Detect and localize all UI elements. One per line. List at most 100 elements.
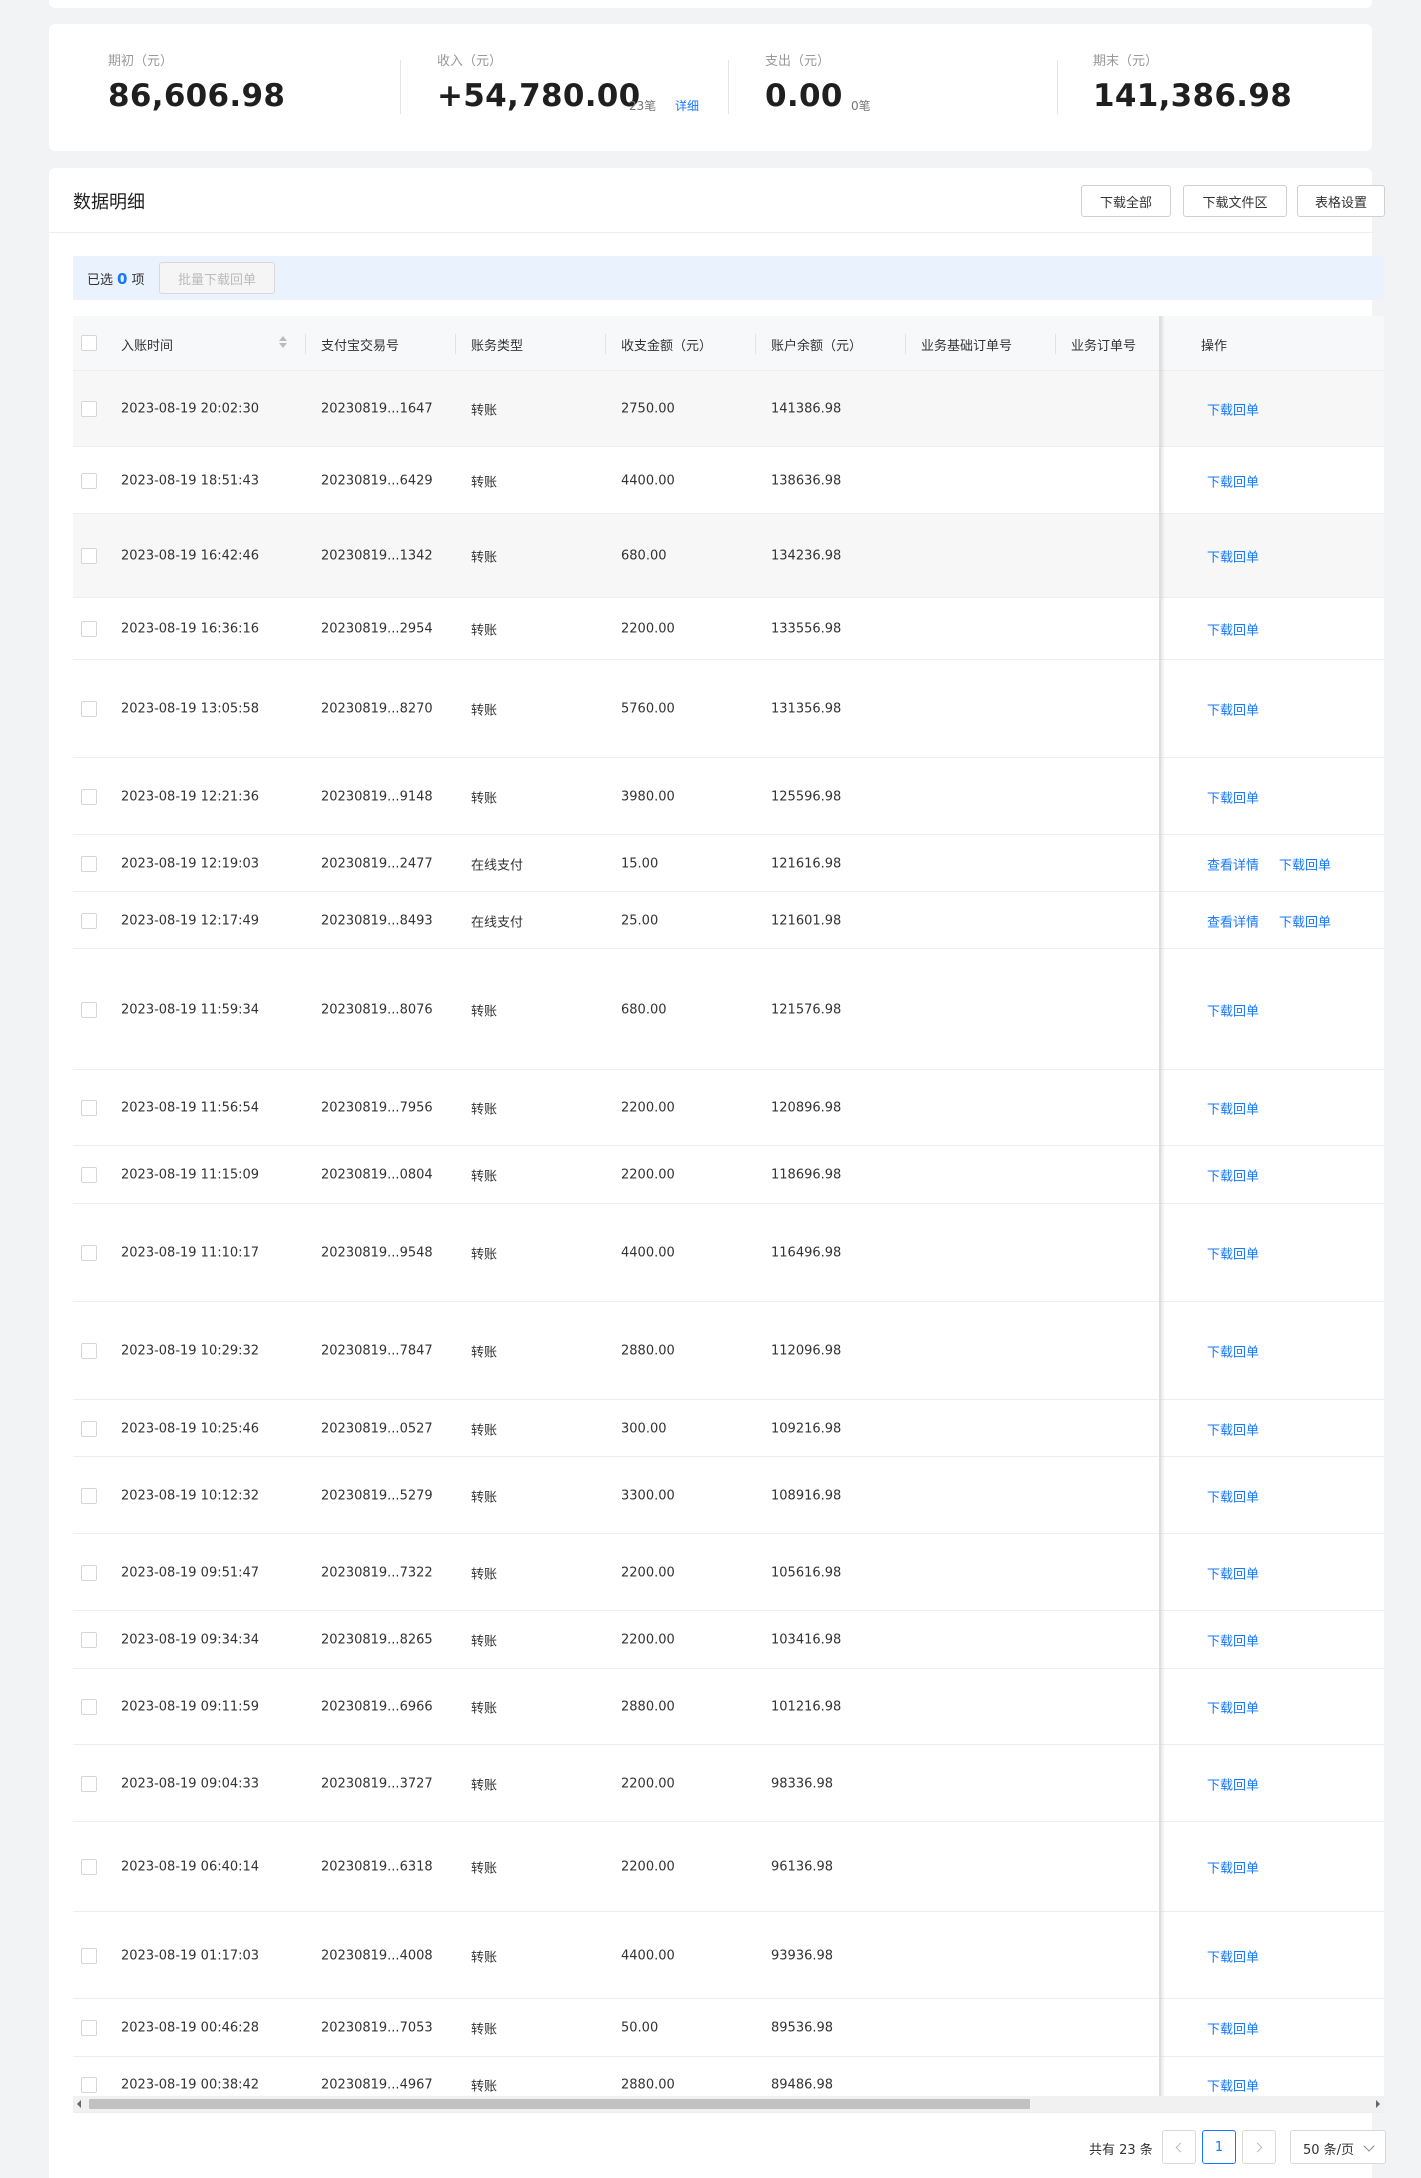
row-checkbox[interactable] — [81, 1167, 97, 1183]
cell-balance: 141386.98 — [771, 401, 842, 417]
cell-account-type: 转账 — [471, 1004, 498, 1019]
closing-value: 141,386.98 — [1093, 78, 1293, 114]
row-checkbox[interactable] — [81, 1100, 97, 1116]
cell-trade-no: 20230819...4008 — [321, 1948, 433, 1963]
download-receipt-link[interactable]: 下载回单 — [1207, 1099, 1259, 1118]
cell-balance: 121601.98 — [771, 913, 842, 928]
download-receipt-link[interactable]: 下载回单 — [1207, 787, 1259, 806]
download-receipt-link[interactable]: 下载回单 — [1279, 911, 1331, 930]
table-row: 2023-08-19 09:04:33 20230819...3727 转账 2200… — [73, 1745, 1384, 1822]
cell-trade-no: 20230819...9148 — [321, 789, 433, 804]
download-receipt-link[interactable]: 下载回单 — [1207, 1946, 1259, 1965]
cell-balance: 121576.98 — [771, 1002, 842, 1017]
table-row: 2023-08-19 12:19:03 20230819...2477 在线支付 15… — [73, 835, 1384, 892]
row-checkbox[interactable] — [81, 401, 97, 417]
row-checkbox[interactable] — [81, 1947, 97, 1964]
download-receipt-link[interactable]: 下载回单 — [1279, 854, 1331, 873]
cell-trade-no: 20230819...0527 — [321, 1421, 433, 1436]
row-checkbox[interactable] — [81, 1420, 97, 1437]
scrollbar-thumb[interactable] — [89, 2099, 1030, 2109]
download-receipt-link[interactable]: 下载回单 — [1207, 1244, 1259, 1263]
row-checkbox[interactable] — [81, 1245, 97, 1261]
cell-time: 2023-08-19 09:11:59 — [121, 1699, 260, 1715]
download-receipt-link[interactable]: 下载回单 — [1207, 1419, 1259, 1438]
cell-trade-no: 20230819...7956 — [321, 1100, 433, 1116]
row-checkbox[interactable] — [81, 912, 97, 929]
page-number[interactable]: 1 — [1202, 2130, 1236, 2164]
row-checkbox[interactable] — [81, 788, 97, 805]
row-checkbox[interactable] — [81, 621, 97, 637]
download-receipt-link[interactable]: 下载回单 — [1207, 1486, 1259, 1505]
download-receipt-link[interactable]: 下载回单 — [1207, 1698, 1259, 1717]
cell-amount: 2750.00 — [621, 401, 675, 417]
row-checkbox[interactable] — [81, 701, 97, 717]
selection-status: 已选 0 项 — [87, 269, 144, 288]
scroll-left-icon[interactable] — [77, 2100, 81, 2108]
row-checkbox[interactable] — [81, 1775, 97, 1792]
cell-amount: 4400.00 — [621, 1948, 675, 1963]
sort-icon[interactable] — [278, 334, 288, 350]
select-all-checkbox[interactable] — [81, 335, 97, 351]
download-receipt-link[interactable]: 下载回单 — [1207, 2076, 1259, 2095]
batch-download-button[interactable]: 批量下载回单 — [159, 262, 275, 294]
table-settings-button[interactable]: 表格设置 — [1297, 185, 1385, 217]
download-receipt-link[interactable]: 下载回单 — [1207, 2019, 1259, 2038]
row-checkbox[interactable] — [81, 472, 97, 489]
cell-amount: 4400.00 — [621, 1245, 675, 1261]
expense-value: 0.00 — [765, 78, 843, 114]
download-all-button[interactable]: 下载全部 — [1081, 185, 1171, 217]
cell-amount: 680.00 — [621, 1002, 667, 1017]
download-receipt-link[interactable]: 下载回单 — [1207, 700, 1259, 719]
prev-page-button[interactable] — [1162, 2130, 1196, 2164]
cell-time: 2023-08-19 16:36:16 — [121, 621, 260, 637]
page-size-select[interactable]: 50 条/页 — [1290, 2130, 1386, 2164]
cell-trade-no: 20230819...4967 — [321, 2077, 433, 2093]
download-receipt-link[interactable]: 下载回单 — [1207, 1563, 1259, 1582]
download-receipt-link[interactable]: 下载回单 — [1207, 400, 1259, 419]
row-checkbox[interactable] — [81, 1343, 97, 1359]
top-card-edge — [49, 0, 1372, 8]
horizontal-scrollbar[interactable] — [73, 2096, 1384, 2112]
download-receipt-link[interactable]: 下载回单 — [1207, 1166, 1259, 1185]
download-receipt-link[interactable]: 下载回单 — [1207, 1631, 1259, 1650]
cell-time: 2023-08-19 18:51:43 — [121, 473, 260, 488]
cell-trade-no: 20230819...5279 — [321, 1488, 433, 1503]
cell-account-type: 转账 — [471, 1701, 498, 1717]
col-divider — [305, 334, 306, 354]
download-receipt-link[interactable]: 下载回单 — [1207, 620, 1259, 639]
download-receipt-link[interactable]: 下载回单 — [1207, 1000, 1259, 1019]
cell-account-type: 转账 — [471, 1950, 498, 1965]
row-checkbox[interactable] — [81, 1487, 97, 1504]
row-checkbox[interactable] — [81, 1699, 97, 1715]
next-page-button[interactable] — [1242, 2130, 1276, 2164]
cell-balance: 93936.98 — [771, 1948, 834, 1963]
cell-time: 2023-08-19 06:40:14 — [121, 1859, 260, 1875]
download-files-button[interactable]: 下载文件区 — [1183, 185, 1287, 217]
col-time[interactable]: 入账时间 — [121, 335, 173, 354]
row-checkbox[interactable] — [81, 855, 97, 872]
row-checkbox[interactable] — [81, 1632, 97, 1648]
table-row: 2023-08-19 06:40:14 20230819...6318 转账 2200… — [73, 1822, 1384, 1912]
cell-amount: 2200.00 — [621, 1100, 675, 1116]
view-details-link[interactable]: 查看详情 — [1207, 854, 1259, 873]
table-row: 2023-08-19 01:17:03 20230819...4008 转账 4400… — [73, 1912, 1384, 1999]
cell-trade-no: 20230819...2477 — [321, 856, 433, 871]
income-detail-link[interactable]: 详细 — [675, 97, 699, 114]
row-checkbox[interactable] — [81, 1859, 97, 1875]
download-receipt-link[interactable]: 下载回单 — [1207, 1858, 1259, 1877]
row-checkbox[interactable] — [81, 1001, 97, 1018]
download-receipt-link[interactable]: 下载回单 — [1207, 1774, 1259, 1793]
table-row: 2023-08-19 09:51:47 20230819...7322 转账 2200… — [73, 1534, 1384, 1611]
row-checkbox[interactable] — [81, 548, 97, 564]
view-details-link[interactable]: 查看详情 — [1207, 911, 1259, 930]
scroll-right-icon[interactable] — [1376, 2100, 1380, 2108]
expense-count: 0笔 — [851, 99, 871, 113]
download-receipt-link[interactable]: 下载回单 — [1207, 1342, 1259, 1361]
row-checkbox[interactable] — [81, 2077, 97, 2093]
cell-time: 2023-08-19 01:17:03 — [121, 1948, 260, 1963]
cell-balance: 133556.98 — [771, 621, 842, 637]
download-receipt-link[interactable]: 下载回单 — [1207, 547, 1259, 566]
row-checkbox[interactable] — [81, 1564, 97, 1581]
download-receipt-link[interactable]: 下载回单 — [1207, 471, 1259, 490]
row-checkbox[interactable] — [81, 2020, 97, 2036]
